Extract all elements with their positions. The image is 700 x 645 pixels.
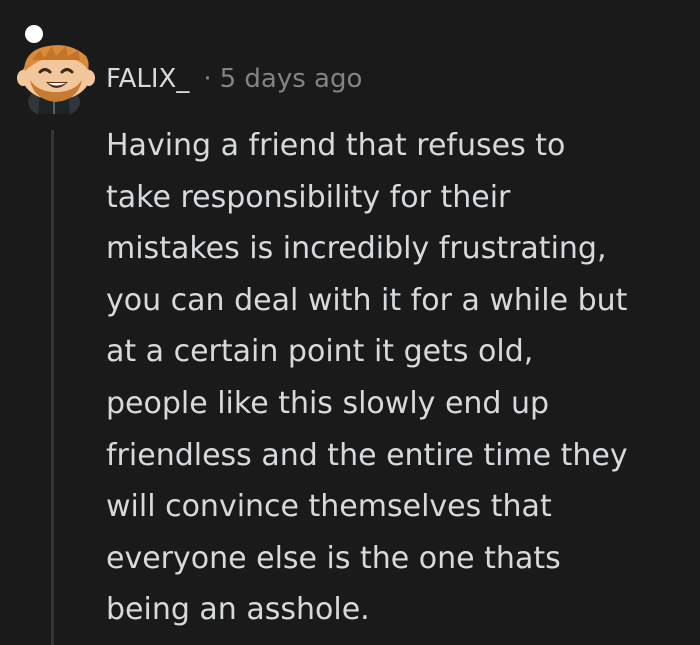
meta-separator: · bbox=[203, 64, 212, 94]
user-avatar[interactable] bbox=[10, 14, 102, 118]
comment-body: Having a friend that refuses to take res… bbox=[106, 120, 686, 636]
comment-timestamp[interactable]: 5 days ago bbox=[220, 64, 363, 94]
comment: FALIX_ · 5 days ago Having a friend that… bbox=[0, 0, 700, 645]
comment-header: FALIX_ · 5 days ago bbox=[106, 57, 362, 101]
snoo-avatar-icon bbox=[17, 25, 95, 118]
comment-body-line: take responsibility for their bbox=[106, 179, 511, 215]
comment-body-line: will convince themselves that bbox=[106, 489, 552, 525]
comment-body-line: you can deal with it for a while but bbox=[106, 282, 628, 318]
comment-body-line: everyone else is the one thats bbox=[106, 540, 561, 576]
comment-body-line: Having a friend that refuses to bbox=[106, 128, 566, 163]
comment-body-line: at a certain point it gets old, bbox=[106, 334, 534, 370]
comment-body-line: being an asshole. bbox=[106, 592, 370, 628]
username-link[interactable]: FALIX_ bbox=[106, 64, 189, 94]
thread-collapse-line[interactable] bbox=[51, 130, 54, 645]
comment-body-line: people like this slowly end up bbox=[106, 385, 550, 421]
comment-body-line: friendless and the entire time they bbox=[106, 437, 628, 473]
comment-body-line: mistakes is incredibly frustrating, bbox=[106, 231, 607, 267]
